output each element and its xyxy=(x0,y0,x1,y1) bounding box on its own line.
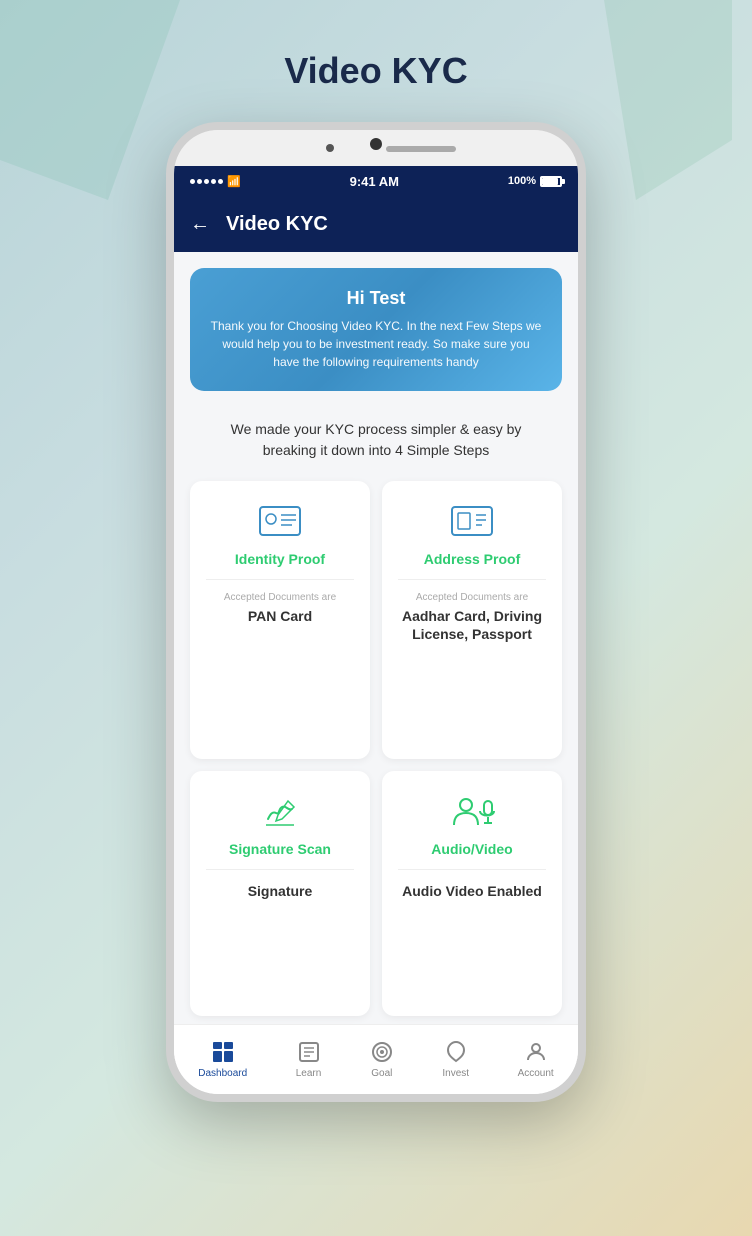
nav-goal[interactable]: Goal xyxy=(370,1040,394,1079)
audio-video-icon xyxy=(448,791,496,831)
nav-learn[interactable]: Learn xyxy=(296,1040,322,1079)
phone-frame: 📶 9:41 AM 100% ← Video KYC Hi Test Thank… xyxy=(166,122,586,1102)
nav-dashboard-label: Dashboard xyxy=(198,1068,247,1079)
identity-proof-card[interactable]: Identity Proof Accepted Documents are PA… xyxy=(190,481,370,759)
goal-icon xyxy=(370,1040,394,1064)
address-proof-title: Address Proof xyxy=(424,551,520,567)
battery-percentage: 100% xyxy=(508,175,536,187)
audio-video-card[interactable]: Audio/Video Audio Video Enabled xyxy=(382,771,562,1016)
address-document: Aadhar Card, Driving License, Passport xyxy=(398,607,546,643)
blue-banner: Hi Test Thank you for Choosing Video KYC… xyxy=(190,268,562,391)
app-header: ← Video KYC xyxy=(174,196,578,252)
bg-shape-right xyxy=(572,0,732,200)
phone-top-bar xyxy=(174,130,578,166)
phone-content: Hi Test Thank you for Choosing Video KYC… xyxy=(174,252,578,1094)
address-accepted-label: Accepted Documents are xyxy=(416,592,528,603)
invest-icon xyxy=(444,1040,468,1064)
page-title: Video KYC xyxy=(284,50,467,92)
signature-document: Signature xyxy=(248,882,313,900)
identity-accepted-label: Accepted Documents are xyxy=(224,592,336,603)
signature-scan-icon xyxy=(256,791,304,831)
nav-invest[interactable]: Invest xyxy=(442,1040,469,1079)
status-left: 📶 xyxy=(190,175,241,188)
back-button[interactable]: ← xyxy=(190,213,210,236)
identity-proof-title: Identity Proof xyxy=(235,551,325,567)
signature-scan-card[interactable]: Signature Scan Signature xyxy=(190,771,370,1016)
banner-description: Thank you for Choosing Video KYC. In the… xyxy=(210,317,542,371)
banner-greeting: Hi Test xyxy=(210,288,542,309)
audio-video-document: Audio Video Enabled xyxy=(402,882,542,900)
address-proof-card[interactable]: Address Proof Accepted Documents are Aad… xyxy=(382,481,562,759)
card-divider-4 xyxy=(398,869,546,870)
bg-shape-left xyxy=(0,0,180,200)
status-right: 100% xyxy=(508,175,562,187)
steps-description: We made your KYC process simpler & easy … xyxy=(174,407,578,473)
dashboard-icon xyxy=(211,1040,235,1064)
battery-fill xyxy=(542,178,558,185)
identity-proof-icon xyxy=(256,501,304,541)
audio-video-title: Audio/Video xyxy=(431,841,512,857)
app-header-title: Video KYC xyxy=(226,213,328,236)
signal-dots xyxy=(190,179,223,184)
address-proof-icon xyxy=(448,501,496,541)
learn-icon xyxy=(297,1040,321,1064)
identity-document: PAN Card xyxy=(248,607,312,625)
bottom-nav: Dashboard Learn xyxy=(174,1024,578,1094)
nav-account[interactable]: Account xyxy=(518,1040,554,1079)
phone-speaker xyxy=(386,146,456,152)
card-divider-1 xyxy=(206,579,354,580)
cards-grid: Identity Proof Accepted Documents are PA… xyxy=(174,473,578,1024)
card-divider-3 xyxy=(206,869,354,870)
front-camera-dot xyxy=(326,144,334,152)
battery-icon xyxy=(540,176,562,187)
nav-account-label: Account xyxy=(518,1068,554,1079)
account-icon xyxy=(524,1040,548,1064)
nav-invest-label: Invest xyxy=(442,1068,469,1079)
status-time: 9:41 AM xyxy=(350,174,399,189)
phone-camera xyxy=(370,138,382,150)
status-bar: 📶 9:41 AM 100% xyxy=(174,166,578,196)
nav-dashboard[interactable]: Dashboard xyxy=(198,1040,247,1079)
nav-learn-label: Learn xyxy=(296,1068,322,1079)
nav-goal-label: Goal xyxy=(371,1068,392,1079)
card-divider-2 xyxy=(398,579,546,580)
wifi-icon: 📶 xyxy=(227,175,241,188)
signature-scan-title: Signature Scan xyxy=(229,841,331,857)
